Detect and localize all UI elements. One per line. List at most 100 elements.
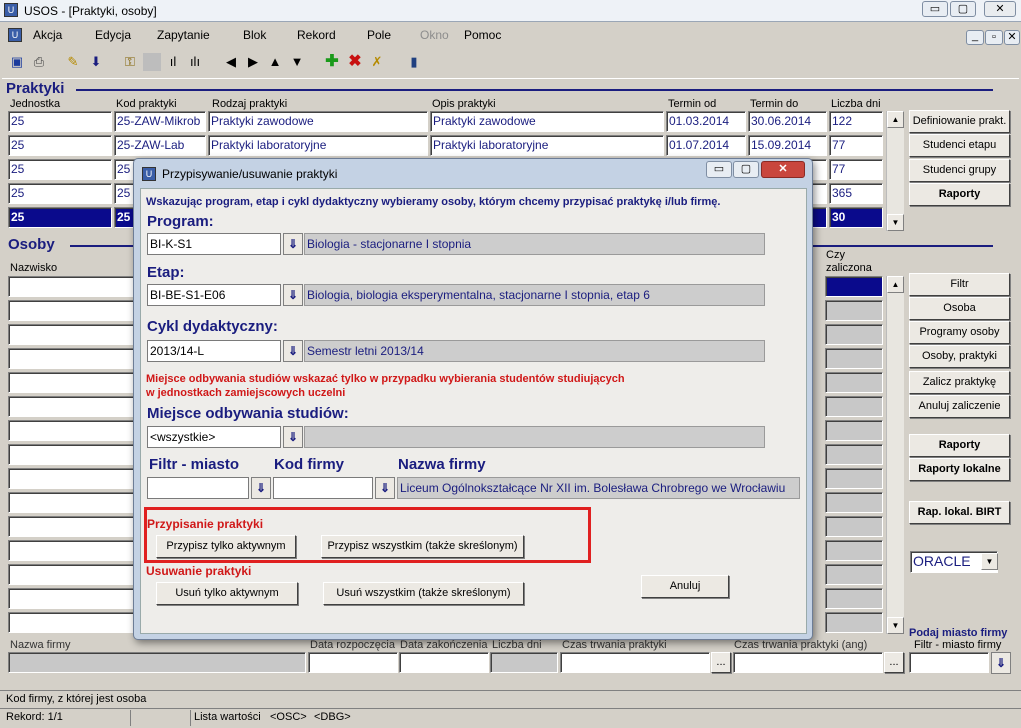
filtr-miasto-input[interactable]: [147, 477, 249, 499]
praktyki-scrollbar[interactable]: ▲ ▼: [886, 111, 904, 231]
anuluj-button[interactable]: Anuluj: [641, 575, 729, 598]
czas-trwania-field[interactable]: [560, 652, 710, 673]
osoby-praktyki-button[interactable]: Osoby, praktyki: [909, 345, 1010, 368]
menu-pomoc[interactable]: Pomoc: [464, 28, 501, 42]
zaliczona-cell[interactable]: [825, 564, 883, 585]
osoby-row[interactable]: [8, 492, 134, 513]
table-cell[interactable]: Praktyki zawodowe: [430, 111, 664, 132]
table-cell[interactable]: 25: [8, 135, 112, 156]
rap-lokal-birt-button[interactable]: Rap. lokal. BIRT: [909, 501, 1010, 524]
table-cell[interactable]: Praktyki laboratoryjne: [208, 135, 428, 156]
zaliczona-cell[interactable]: [825, 348, 883, 369]
cykl-input[interactable]: 2013/14-L: [147, 340, 281, 362]
przypisz-wszystkim-button[interactable]: Przypisz wszystkim (także skreślonym): [321, 535, 524, 558]
search-key-icon[interactable]: ⚿: [121, 53, 139, 71]
next-icon[interactable]: ▶: [244, 53, 262, 71]
table-cell[interactable]: 30.06.2014: [748, 111, 827, 132]
program-input[interactable]: BI-K-S1: [147, 233, 281, 255]
table-cell[interactable]: 25-ZAW-Mikrob: [114, 111, 206, 132]
scroll-up-icon[interactable]: ▲: [887, 276, 904, 293]
table-cell[interactable]: 01.07.2014: [666, 135, 746, 156]
data-rozpoczecia-field[interactable]: [308, 652, 398, 673]
czas-ang-lov-button[interactable]: ...: [884, 652, 904, 673]
download-icon[interactable]: ⇓: [991, 652, 1011, 674]
zaliczona-cell[interactable]: [825, 444, 883, 465]
dialog-maximize-button[interactable]: ▢: [733, 161, 759, 178]
blank-icon[interactable]: [143, 53, 161, 71]
zaliczona-cell[interactable]: [825, 612, 883, 633]
download-icon[interactable]: ⇓: [283, 426, 303, 448]
zaliczona-cell[interactable]: [825, 540, 883, 561]
definiowanie-button[interactable]: Definiowanie prakt.: [909, 110, 1010, 133]
czas-lov-button[interactable]: ...: [711, 652, 731, 673]
osoby-row[interactable]: [8, 420, 134, 441]
zaliczona-cell[interactable]: [825, 300, 883, 321]
doc-maximize-button[interactable]: ▫: [985, 30, 1003, 45]
table-cell[interactable]: 25: [8, 159, 112, 180]
osoba-button[interactable]: Osoba: [909, 297, 1010, 320]
osoby-row[interactable]: [8, 516, 134, 537]
raporty-praktyki-button[interactable]: Raporty: [909, 183, 1010, 206]
programy-osoby-button[interactable]: Programy osoby: [909, 321, 1010, 344]
exit-icon[interactable]: ▮: [405, 53, 423, 71]
czas-trwania-ang-field[interactable]: [733, 652, 883, 673]
add-icon[interactable]: ✚: [323, 53, 341, 71]
menu-edycja[interactable]: Edycja: [95, 28, 131, 42]
table-cell[interactable]: 25: [8, 207, 112, 228]
zaliczona-cell[interactable]: [825, 516, 883, 537]
osoby-row[interactable]: [8, 444, 134, 465]
zaliczona-cell[interactable]: [825, 588, 883, 609]
kod-firmy-input[interactable]: [273, 477, 373, 499]
table-cell[interactable]: 122: [829, 111, 883, 132]
table-cell[interactable]: 01.03.2014: [666, 111, 746, 132]
save-icon[interactable]: ▣: [8, 53, 26, 71]
zaliczona-cell-selected[interactable]: [825, 276, 883, 297]
close-button[interactable]: ✕: [984, 1, 1016, 17]
menu-akcja[interactable]: Akcja: [33, 28, 62, 42]
usun-aktywnym-button[interactable]: Usuń tylko aktywnym: [156, 582, 298, 605]
zaliczona-cell[interactable]: [825, 492, 883, 513]
doc-close-button[interactable]: ✕: [1004, 30, 1020, 45]
download-icon[interactable]: ⇓: [283, 340, 303, 362]
filtr-miasto-firmy-field[interactable]: [909, 652, 989, 673]
osoby-row[interactable]: [8, 276, 134, 297]
download-icon[interactable]: ⇓: [283, 284, 303, 306]
studenci-grupy-button[interactable]: Studenci grupy: [909, 159, 1010, 182]
table-cell[interactable]: 25: [8, 111, 112, 132]
zaliczona-cell[interactable]: [825, 324, 883, 345]
zalicz-praktyke-button[interactable]: Zalicz praktykę: [909, 371, 1010, 394]
miejsce-input[interactable]: <wszystkie>: [147, 426, 281, 448]
download-icon[interactable]: ⇓: [375, 477, 395, 499]
osoby-scrollbar[interactable]: ▲ ▼: [886, 276, 904, 634]
osoby-row[interactable]: [8, 324, 134, 345]
table-cell[interactable]: 77: [829, 159, 883, 180]
anuluj-zaliczenie-button[interactable]: Anuluj zaliczenie: [909, 395, 1010, 418]
dialog-close-button[interactable]: ✕: [761, 161, 805, 178]
etap-input[interactable]: BI-BE-S1-E06: [147, 284, 281, 306]
osoby-row[interactable]: [8, 540, 134, 561]
scroll-up-icon[interactable]: ▲: [887, 111, 904, 128]
prev-icon[interactable]: ◀: [222, 53, 240, 71]
table-cell[interactable]: Praktyki laboratoryjne: [430, 135, 664, 156]
edit-icon[interactable]: ✎: [64, 53, 82, 71]
osoby-row[interactable]: [8, 348, 134, 369]
table-cell[interactable]: 25: [8, 183, 112, 204]
table-cell[interactable]: 30: [829, 207, 883, 228]
osoby-row[interactable]: [8, 300, 134, 321]
studenci-etapu-button[interactable]: Studenci etapu: [909, 134, 1010, 157]
table-cell[interactable]: 365: [829, 183, 883, 204]
scroll-down-icon[interactable]: ▼: [887, 617, 904, 634]
chart-icon[interactable]: ıl: [164, 53, 182, 71]
table-cell[interactable]: 25-ZAW-Lab: [114, 135, 206, 156]
scroll-down-icon[interactable]: ▼: [887, 214, 904, 231]
zaliczona-cell[interactable]: [825, 468, 883, 489]
maximize-button[interactable]: ▢: [950, 1, 976, 17]
menu-okno[interactable]: Okno: [420, 28, 449, 42]
down-icon[interactable]: ▼: [288, 53, 306, 71]
table-cell[interactable]: 15.09.2014: [748, 135, 827, 156]
chevron-down-icon[interactable]: ▼: [981, 553, 998, 570]
delete-icon[interactable]: ✖: [346, 53, 364, 71]
dialog-minimize-button[interactable]: ▭: [706, 161, 732, 178]
zaliczona-cell[interactable]: [825, 420, 883, 441]
raporty-button[interactable]: Raporty: [909, 434, 1010, 457]
